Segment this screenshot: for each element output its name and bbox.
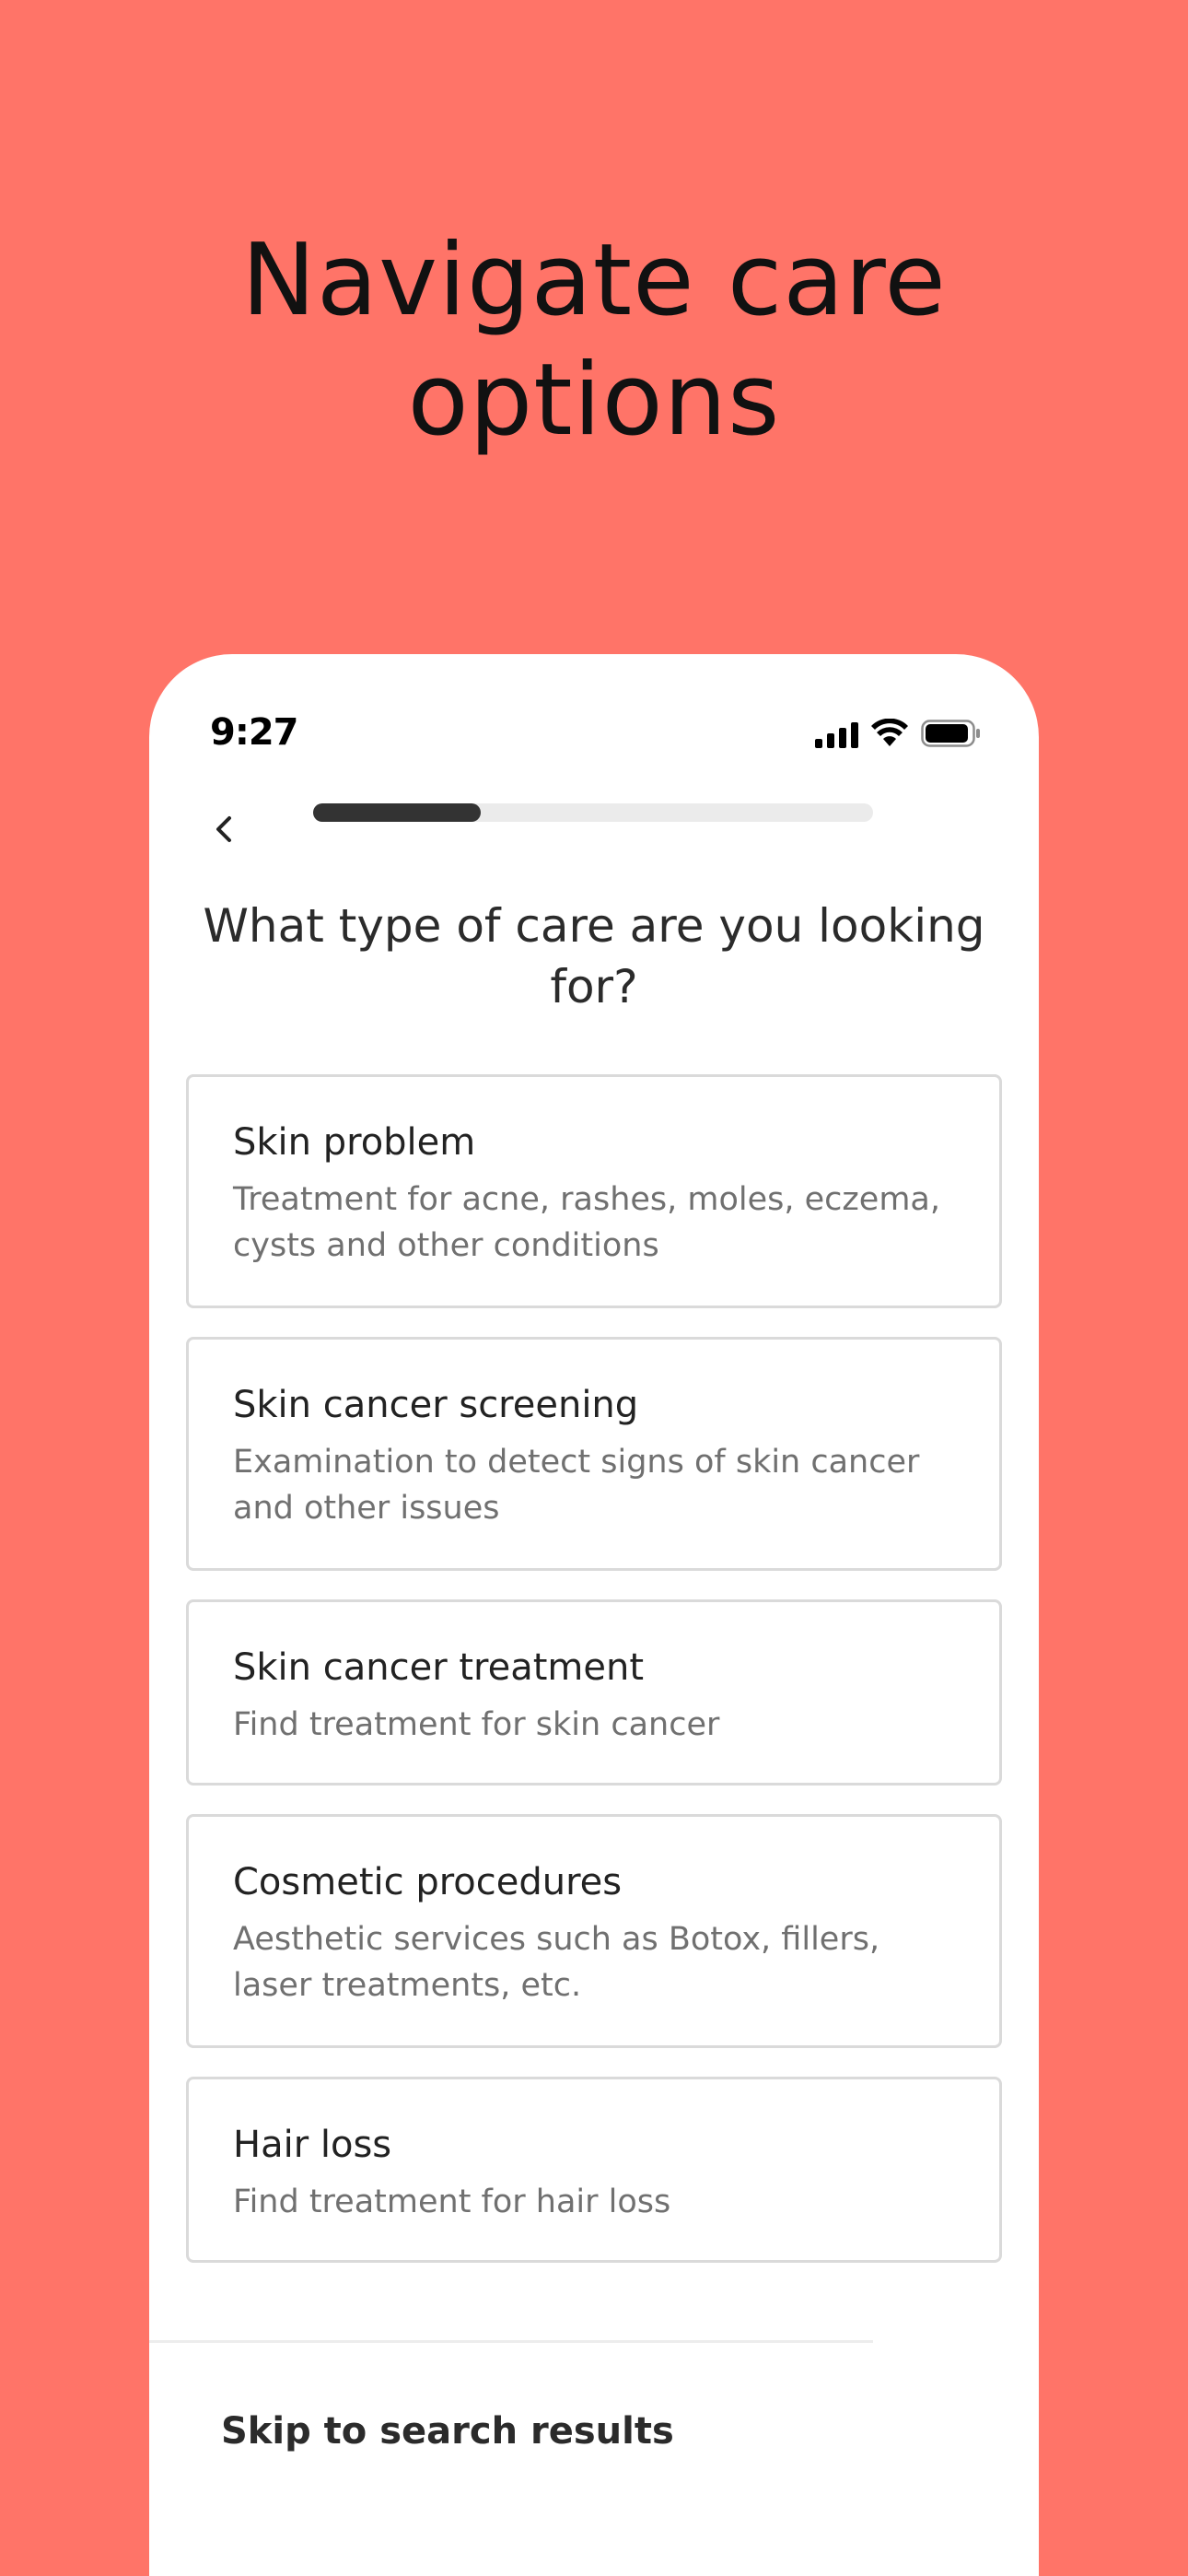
hero-title-line-2: options <box>407 343 781 458</box>
status-time: 9:27 <box>210 711 298 754</box>
option-description: Find treatment for skin cancer <box>233 1706 720 1743</box>
back-button[interactable] <box>195 802 250 857</box>
option-skin-problem[interactable]: Skin problem Treatment for acne, rashes,… <box>186 1074 1002 1308</box>
phone-screen: 9:27 What type of care are you looking f… <box>149 654 1039 2576</box>
chevron-left-icon <box>216 816 231 842</box>
option-title: Skin cancer treatment <box>233 1646 645 1689</box>
option-skin-cancer-screening[interactable]: Skin cancer screening Examination to det… <box>186 1337 1002 1571</box>
hero-title-line-1: Navigate care <box>241 223 947 338</box>
question-heading: What type of care are you looking for? <box>203 899 985 1013</box>
option-description: Treatment for acne, rashes, moles, eczem… <box>233 1181 941 1264</box>
option-cosmetic-procedures[interactable]: Cosmetic procedures Aesthetic services s… <box>186 1814 1002 2048</box>
cellular-signal-icon <box>815 720 858 748</box>
divider <box>149 2340 873 2343</box>
option-title: Hair loss <box>233 2124 392 2166</box>
progress-fill <box>313 803 482 822</box>
option-description: Examination to detect signs of skin canc… <box>233 1444 920 1527</box>
battery-icon <box>921 720 980 747</box>
progress-bar <box>313 803 873 822</box>
option-skin-cancer-treatment[interactable]: Skin cancer treatment Find treatment for… <box>186 1599 1002 1786</box>
wifi-icon <box>871 719 908 746</box>
option-title: Skin problem <box>233 1121 476 1164</box>
option-title: Cosmetic procedures <box>233 1861 623 1903</box>
status-bar: 9:27 <box>149 706 1039 770</box>
skip-to-search-results-link[interactable]: Skip to search results <box>221 2410 674 2453</box>
option-description: Aesthetic services such as Botox, filler… <box>233 1921 880 2004</box>
hero-title: Navigate care options <box>0 221 1188 461</box>
status-icons <box>815 715 982 748</box>
option-description: Find treatment for hair loss <box>233 2184 671 2220</box>
option-title: Skin cancer screening <box>233 1384 639 1426</box>
option-hair-loss[interactable]: Hair loss Find treatment for hair loss <box>186 2077 1002 2263</box>
